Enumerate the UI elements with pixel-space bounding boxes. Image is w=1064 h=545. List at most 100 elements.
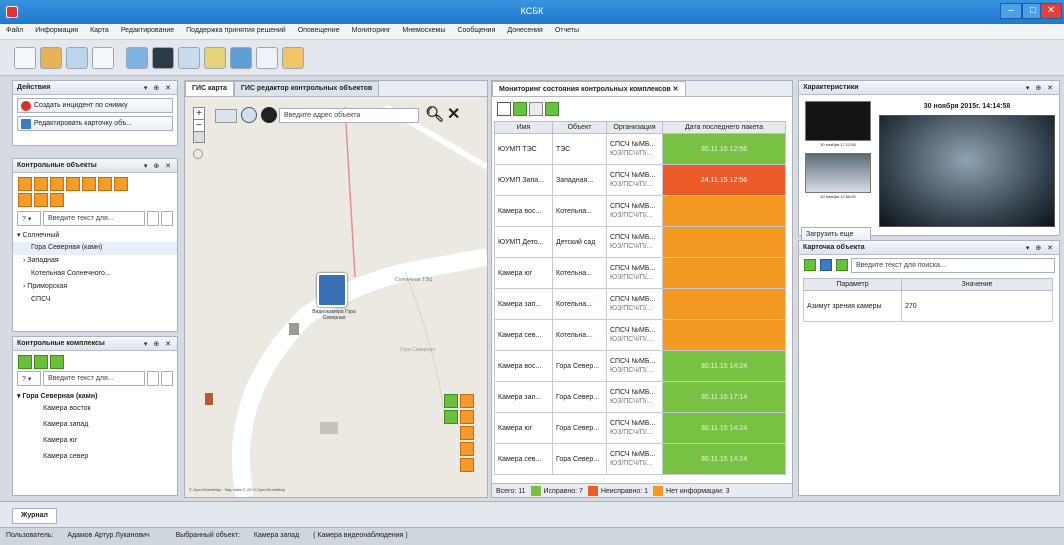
create-incident-button[interactable]: Создать инцидент по снимку (17, 98, 173, 113)
zoom-out-button[interactable]: − (194, 120, 204, 132)
table-row[interactable]: Камера вос... Гора Север... СПСЧ №МБ... ЮЗ/… (494, 350, 786, 382)
refresh-icon[interactable] (497, 102, 511, 116)
menu-monitoring[interactable]: Мониторинг (346, 24, 397, 37)
clock-icon[interactable] (241, 107, 257, 123)
fire-icon[interactable] (50, 193, 64, 207)
panel-controls[interactable]: ▾ ⊕ ✕ (1026, 244, 1055, 252)
menu-mnemo[interactable]: Мнемосхемы (396, 24, 451, 37)
tree-item[interactable]: Камера юг (13, 435, 177, 451)
camera-snapshot[interactable] (879, 115, 1055, 227)
col-org[interactable]: Организация (606, 121, 663, 134)
tower-icon[interactable] (34, 193, 48, 207)
fullscreen-icon[interactable] (194, 132, 204, 142)
folder-icon[interactable] (204, 47, 226, 69)
tree-item[interactable]: › Западная (13, 255, 177, 268)
menu-file[interactable]: Файл (0, 24, 29, 37)
filter-dropdown[interactable]: ? ▾ (17, 211, 41, 226)
menu-decision[interactable]: Поддержка принятия решений (180, 24, 292, 37)
tab-journal[interactable]: Журнал (12, 508, 57, 524)
alert-layer-icon[interactable] (460, 394, 474, 408)
table-row[interactable]: ЮУМП Дето... Детский сад СПСЧ №МБ... ЮЗ/ПСЧ… (494, 226, 786, 258)
camera-thumbnail[interactable] (805, 101, 871, 141)
camera-layer-icon[interactable] (444, 394, 458, 408)
layer-select[interactable] (215, 109, 237, 123)
table-row[interactable]: Камера вос... Котельна... СПСЧ №МБ... ЮЗ/ПС… (494, 195, 786, 227)
param-value[interactable]: 270 (901, 290, 1053, 322)
tree-item[interactable]: Камера восток (13, 403, 177, 419)
tree-item[interactable]: › Приморская (13, 281, 177, 294)
zoom-in-button[interactable]: + (194, 108, 204, 120)
house-icon[interactable] (34, 177, 48, 191)
menu-reports-d[interactable]: Донесения (501, 24, 548, 37)
complex-search-input[interactable]: Введите текст для... (43, 371, 145, 386)
tree-item[interactable]: Котельная Солнечного... (13, 268, 177, 281)
map-view[interactable]: + − Введите адрес объекта 🔍︎ ✕ Видеокаме… (185, 97, 487, 497)
sensor-icon[interactable] (34, 355, 48, 369)
col-value[interactable]: Значение (901, 278, 1053, 291)
expand-icon[interactable] (804, 259, 816, 271)
panel-controls[interactable]: ▾ ⊕ ✕ (144, 340, 173, 348)
menu-edit[interactable]: Редактирование (115, 24, 180, 37)
chart-icon[interactable] (230, 47, 252, 69)
panel-controls[interactable]: ▾ ⊕ ✕ (144, 84, 173, 92)
close-button[interactable]: ✕ (1040, 3, 1062, 19)
people-icon[interactable] (40, 47, 62, 69)
gauge-icon[interactable] (50, 355, 64, 369)
filter-dropdown[interactable]: ? ▾ (17, 371, 41, 386)
factory-icon[interactable] (18, 177, 32, 191)
refresh-icon[interactable] (161, 371, 173, 386)
pipe-icon[interactable] (82, 177, 96, 191)
card-search-input[interactable]: Введите текст для поиска... (851, 258, 1055, 273)
menu-messages[interactable]: Сообщения (451, 24, 501, 37)
col-name[interactable]: Имя (494, 121, 553, 134)
window-icon[interactable] (178, 47, 200, 69)
fire-layer-icon[interactable] (460, 426, 474, 440)
minimize-button[interactable]: – (1000, 3, 1022, 19)
table-row[interactable]: ЮУМП Запа... Западная... СПСЧ №МБ... ЮЗ/ПСЧ… (494, 164, 786, 196)
map-icon[interactable] (66, 47, 88, 69)
tree-item[interactable]: Гора Северная (камн) (13, 242, 177, 255)
objects-search-input[interactable]: Введите текст для... (43, 211, 145, 226)
menu-reports[interactable]: Отчеты (549, 24, 585, 37)
warning-layer-icon[interactable] (460, 458, 474, 472)
tab-gis-editor[interactable]: ГИС редактор контрольных объектов (233, 81, 380, 96)
menu-map[interactable]: Карта (84, 24, 115, 37)
panel-controls[interactable]: ▾ ⊕ ✕ (1026, 84, 1055, 92)
table-row[interactable]: Камера юг Гора Север... СПСЧ №МБ... ЮЗ/ПСЧ/… (494, 412, 786, 444)
message-icon[interactable] (92, 47, 114, 69)
menu-alert[interactable]: Оповещение (292, 24, 346, 37)
house-layer-icon[interactable] (460, 410, 474, 424)
document-icon[interactable] (256, 47, 278, 69)
camera-marker-icon[interactable] (317, 273, 347, 307)
target-icon[interactable] (261, 107, 277, 123)
refresh-icon[interactable] (161, 211, 173, 226)
screen-icon[interactable] (126, 47, 148, 69)
table-row[interactable]: Камера зап... Гора Север... СПСЧ №МБ... ЮЗ/… (494, 381, 786, 413)
table-icon[interactable] (529, 102, 543, 116)
tab-monitoring[interactable]: Мониторинг состояния контрольных комплек… (492, 81, 686, 96)
camera-thumbnail[interactable] (805, 153, 871, 193)
export-icon[interactable] (545, 102, 559, 116)
panel-controls[interactable]: ▾ ⊕ ✕ (144, 162, 173, 170)
table-row[interactable]: Камера зап... Котельна... СПСЧ №МБ... ЮЗ/ПС… (494, 288, 786, 320)
clear-icon[interactable] (147, 371, 159, 386)
locate-icon[interactable] (193, 149, 203, 159)
col-object[interactable]: Объект (552, 121, 607, 134)
tab-gis-map[interactable]: ГИС карта (185, 81, 234, 96)
report-icon[interactable] (282, 47, 304, 69)
table-row[interactable]: Камера сев... Котельна... СПСЧ №МБ... ЮЗ/ПС… (494, 319, 786, 351)
table-row[interactable]: Камера юг Котельна... СПСЧ №МБ... ЮЗ/ПСЧ/П/… (494, 257, 786, 289)
hospital-layer-icon[interactable] (460, 442, 474, 456)
address-search-input[interactable]: Введите адрес объекта (279, 108, 419, 123)
edit-card-button[interactable]: Редактировать карточку объ... (17, 116, 173, 131)
chart-icon[interactable] (513, 102, 527, 116)
table-row[interactable]: Камера сев... Гора Север... СПСЧ №МБ... ЮЗ/… (494, 443, 786, 475)
search-icon[interactable]: 🔍︎ (425, 105, 444, 123)
tree-item[interactable]: Камера запад (13, 419, 177, 435)
table-row[interactable]: ЮУМП ТЭС ТЭС СПСЧ №МБ... ЮЗ/ПСЧ/П/... 30.11.… (494, 133, 786, 165)
clock-icon[interactable] (14, 47, 36, 69)
filter-icon[interactable] (836, 259, 848, 271)
water-icon[interactable] (18, 193, 32, 207)
tree-item[interactable]: ▾ Солнечный (13, 229, 177, 242)
tree-item[interactable]: ▾ Гора Северная (камн) (13, 390, 177, 403)
